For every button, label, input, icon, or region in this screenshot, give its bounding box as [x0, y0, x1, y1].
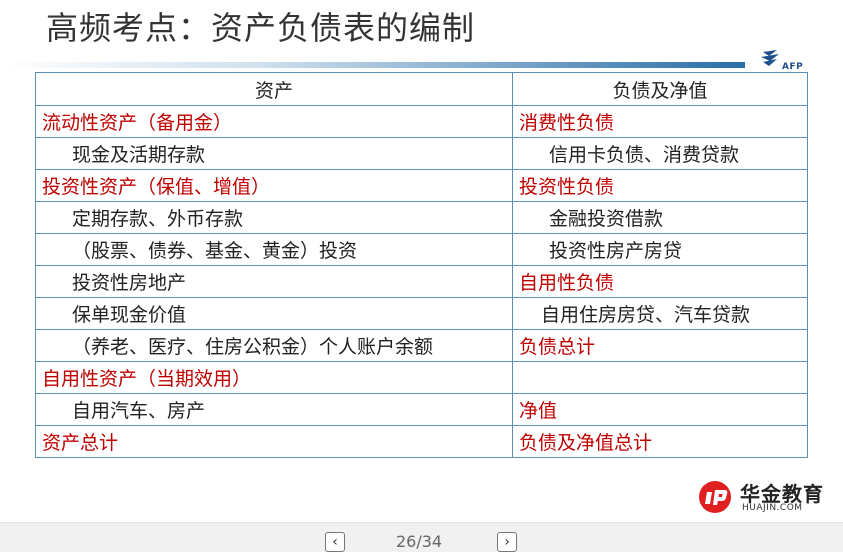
liability-cell: 投资性房产房贷 [512, 233, 808, 266]
table-row: 投资性资产（保值、增值） 投资性负债 [35, 169, 808, 202]
page-title: 高频考点：资产负债表的编制 [46, 9, 476, 47]
afp-logo-text: AFP [782, 62, 804, 72]
liability-cell: 投资性负债 [512, 169, 808, 202]
huajin-brand: 华金教育 HUAJIN.COM [698, 478, 838, 518]
asset-cell: 投资性房地产 [35, 265, 513, 298]
next-page-button[interactable]: › [497, 532, 517, 552]
table-header-row: 资产 负债及净值 [35, 72, 808, 106]
chevron-left-icon: ‹ [332, 534, 338, 550]
asset-cell: 保单现金价值 [35, 297, 513, 330]
liability-cell: 金融投资借款 [512, 201, 808, 234]
liability-cell: 净值 [512, 393, 808, 426]
header-assets: 资产 [35, 72, 513, 106]
table-row: 现金及活期存款 信用卡负债、消费贷款 [35, 137, 808, 170]
header-liabilities-equity: 负债及净值 [512, 72, 808, 106]
liability-cell: 消费性负债 [512, 105, 808, 138]
table-row: 投资性房地产 自用性负债 [35, 265, 808, 298]
asset-cell: 定期存款、外币存款 [35, 201, 513, 234]
title-divider [0, 62, 745, 68]
table-row: 自用性资产（当期效用） [35, 361, 808, 394]
liability-cell: 自用住房房贷、汽车贷款 [512, 297, 808, 330]
liability-cell [512, 361, 808, 394]
liability-cell: 负债及净值总计 [512, 425, 808, 458]
table-row: 保单现金价值 自用住房房贷、汽车贷款 [35, 297, 808, 330]
balance-sheet-table: 资产 负债及净值 流动性资产（备用金） 消费性负债 现金及活期存款 信用卡负债、消费贷… [35, 72, 808, 458]
asset-cell: 投资性资产（保值、增值） [35, 169, 513, 202]
liability-cell: 信用卡负债、消费贷款 [512, 137, 808, 170]
asset-cell: 自用汽车、房产 [35, 393, 513, 426]
huajin-logo-icon [699, 481, 731, 513]
asset-cell: （养老、医疗、住房公积金）个人账户余额 [35, 329, 513, 362]
table-row: 资产总计 负债及净值总计 [35, 425, 808, 458]
asset-cell: 流动性资产（备用金） [35, 105, 513, 138]
chevron-right-icon: › [504, 534, 510, 550]
table-row: （股票、债券、基金、黄金）投资 投资性房产房贷 [35, 233, 808, 266]
table-row: 流动性资产（备用金） 消费性负债 [35, 105, 808, 138]
liability-cell: 自用性负债 [512, 265, 808, 298]
asset-cell: 自用性资产（当期效用） [35, 361, 513, 394]
asset-cell: 现金及活期存款 [35, 137, 513, 170]
asset-cell: （股票、债券、基金、黄金）投资 [35, 233, 513, 266]
page-indicator: 26/34 [396, 532, 443, 551]
brand-url: HUAJIN.COM [742, 503, 803, 513]
table-row: 自用汽车、房产 净值 [35, 393, 808, 426]
prev-page-button[interactable]: ‹ [325, 532, 345, 552]
asset-cell: 资产总计 [35, 425, 513, 458]
table-row: 定期存款、外币存款 金融投资借款 [35, 201, 808, 234]
table-row: （养老、医疗、住房公积金）个人账户余额 负债总计 [35, 329, 808, 362]
liability-cell: 负债总计 [512, 329, 808, 362]
